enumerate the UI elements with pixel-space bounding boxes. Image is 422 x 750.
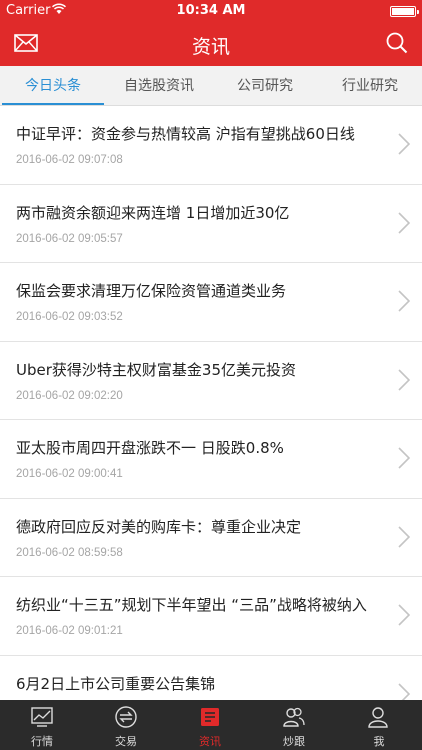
trade-exchange-icon	[115, 706, 137, 728]
chevron-right-icon	[398, 368, 410, 391]
nav-bar: 资讯	[0, 22, 422, 66]
tabbar-item-trade[interactable]: 交易	[84, 700, 168, 750]
tab-industry-research[interactable]: 行业研究	[318, 66, 422, 106]
tabbar-item-me[interactable]: 我	[336, 700, 422, 750]
bottom-tab-bar: 行情 交易 资讯 炒跟 我	[0, 700, 422, 750]
news-item[interactable]: 6月2日上市公司重要公告集锦	[0, 656, 422, 700]
chevron-right-icon	[398, 525, 410, 548]
news-title: 中证早评：资金参与热情较高 沪指有望挑战60日线	[16, 125, 355, 143]
status-bar: Carrier 10:34 AM	[0, 0, 422, 22]
tab-watchlist-news[interactable]: 自选股资讯	[106, 66, 212, 106]
news-item[interactable]: 纺织业“十三五”规划下半年望出 “三品”战略将被纳入 2016-06-02 09…	[0, 577, 422, 656]
news-date: 2016-06-02 09:02:20	[16, 389, 123, 402]
news-date: 2016-06-02 09:03:52	[16, 311, 123, 323]
tabbar-item-follow[interactable]: 炒跟	[252, 700, 336, 750]
news-title: 亚太股市周四开盘涨跌不一 日股跌0.8%	[16, 439, 284, 457]
category-tabs: 今日头条 自选股资讯 公司研究 行业研究	[0, 66, 422, 106]
news-item[interactable]: 保监会要求清理万亿保险资管通道类业务 2016-06-02 09:03:52	[0, 263, 422, 342]
news-item[interactable]: 两市融资余额迎来两连增 1日增加近30亿 2016-06-02 09:05:57	[0, 185, 422, 263]
news-date: 2016-06-02 09:00:41	[16, 468, 123, 480]
news-date: 2016-06-02 09:05:57	[16, 232, 123, 245]
news-date: 2016-06-02 08:59:58	[16, 546, 123, 559]
chevron-right-icon	[398, 682, 410, 700]
news-title: 保监会要求清理万亿保险资管通道类业务	[16, 282, 287, 300]
page-title: 资讯	[191, 36, 230, 58]
tabbar-label: 资讯	[199, 735, 221, 748]
user-profile-icon	[368, 707, 388, 728]
chevron-right-icon	[398, 211, 410, 234]
market-chart-icon	[31, 707, 53, 727]
battery-icon	[390, 6, 419, 17]
news-title: Uber获得沙特主权财富基金35亿美元投资	[16, 360, 296, 379]
news-title: 两市融资余额迎来两连增 1日增加近30亿	[16, 203, 290, 222]
chevron-right-icon	[398, 447, 410, 469]
follow-users-icon	[283, 707, 305, 727]
chevron-right-icon	[398, 604, 410, 626]
news-date: 2016-06-02 09:07:08	[16, 154, 123, 166]
tabbar-label: 行情	[31, 735, 53, 748]
tabbar-label: 我	[373, 735, 385, 748]
news-title: 德政府回应反对美的购库卡：尊重企业决定	[16, 517, 302, 536]
tabbar-item-market[interactable]: 行情	[0, 700, 84, 750]
search-icon[interactable]	[386, 32, 408, 54]
tab-today-headlines[interactable]: 今日头条	[0, 66, 106, 106]
tabbar-label: 交易	[115, 735, 137, 748]
news-item[interactable]: 亚太股市周四开盘涨跌不一 日股跌0.8% 2016-06-02 09:00:41	[0, 420, 422, 499]
news-item[interactable]: 德政府回应反对美的购库卡：尊重企业决定 2016-06-02 08:59:58	[0, 499, 422, 577]
news-title: 6月2日上市公司重要公告集锦	[16, 674, 216, 693]
news-item[interactable]: Uber获得沙特主权财富基金35亿美元投资 2016-06-02 09:02:2…	[0, 342, 422, 420]
news-document-icon	[201, 708, 219, 726]
tabbar-label: 炒跟	[283, 735, 305, 748]
news-date: 2016-06-02 09:01:21	[16, 625, 123, 637]
tabbar-item-news[interactable]: 资讯	[168, 700, 252, 750]
clock: 10:34 AM	[176, 3, 246, 18]
news-title: 纺织业“十三五”规划下半年望出 “三品”战略将被纳入	[16, 596, 367, 614]
chevron-right-icon	[398, 290, 410, 312]
news-item[interactable]: 中证早评：资金参与热情较高 沪指有望挑战60日线 2016-06-02 09:0…	[0, 106, 422, 185]
tab-company-research[interactable]: 公司研究	[212, 66, 318, 106]
active-tab-indicator	[2, 103, 104, 105]
chevron-right-icon	[398, 133, 410, 155]
news-list: 中证早评：资金参与热情较高 沪指有望挑战60日线 2016-06-02 09:0…	[0, 106, 422, 700]
